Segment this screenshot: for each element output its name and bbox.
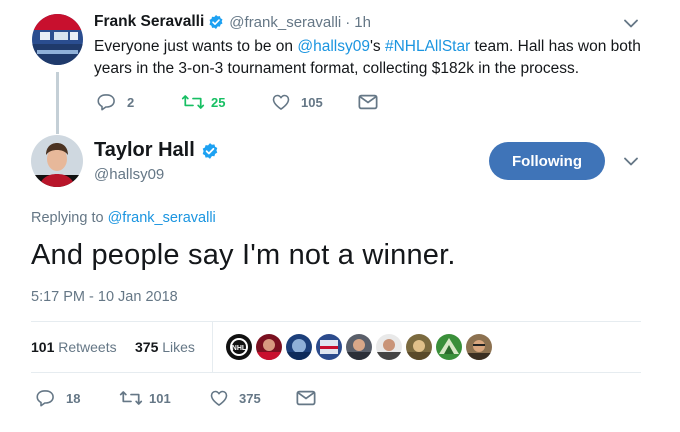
parent-reply-button[interactable]: 2 (97, 92, 134, 112)
main-tweet-text: And people say I'm not a winner. (31, 239, 456, 271)
chevron-down-icon[interactable] (624, 157, 638, 166)
likes-stat[interactable]: 375 Likes (135, 339, 195, 355)
liker-avatar[interactable] (256, 334, 282, 360)
likes-count: 375 (135, 339, 159, 355)
tweet-timestamp[interactable]: 5:17 PM - 10 Jan 2018 (31, 289, 178, 305)
heart-icon (210, 390, 228, 406)
parent-text-part: 's (369, 38, 385, 55)
parent-author-name[interactable]: Frank Seravalli (94, 13, 204, 31)
thread-line (56, 72, 59, 134)
message-icon (358, 94, 378, 110)
reply-count: 18 (66, 390, 81, 406)
parent-avatar[interactable] (32, 14, 83, 65)
retweet-icon (181, 95, 205, 109)
retweets-label: Retweets (58, 339, 117, 355)
reply-icon (97, 94, 115, 111)
following-button[interactable]: Following (489, 142, 605, 180)
main-author-name[interactable]: Taylor Hall (94, 139, 195, 162)
parent-retweet-count: 25 (211, 94, 226, 110)
retweet-icon (119, 391, 143, 405)
parent-author-handle[interactable]: @frank_seravalli (229, 14, 341, 31)
liker-avatar[interactable] (376, 334, 402, 360)
main-author-handle[interactable]: @hallsy09 (94, 166, 164, 183)
chevron-down-icon[interactable] (624, 19, 638, 28)
stats-row: 101 Retweets 375 Likes NHL (31, 322, 641, 372)
stats-separator (212, 322, 213, 372)
divider (31, 372, 641, 373)
main-avatar[interactable] (31, 135, 83, 187)
retweets-stat[interactable]: 101 Retweets (31, 339, 117, 355)
liker-avatar[interactable] (316, 334, 342, 360)
reply-button[interactable]: 18 (36, 388, 80, 408)
parent-reply-count: 2 (127, 94, 135, 110)
mention-link[interactable]: @hallsy09 (297, 38, 370, 55)
parent-text-part: Everyone just wants to be on (94, 38, 298, 55)
svg-text:NHL: NHL (232, 345, 247, 352)
likes-label: Likes (162, 339, 195, 355)
separator: · (345, 13, 351, 31)
like-count: 375 (239, 390, 261, 406)
main-header: Taylor Hall (94, 139, 224, 162)
liker-avatar[interactable] (466, 334, 492, 360)
replying-to-handle[interactable]: @frank_seravalli (108, 210, 216, 226)
replying-to-label: Replying to (31, 210, 104, 226)
parent-time[interactable]: 1h (354, 14, 371, 31)
message-button[interactable] (296, 389, 316, 407)
hashtag-link[interactable]: #NHLAllStar (385, 38, 470, 55)
verified-icon (208, 14, 224, 30)
reply-icon (36, 390, 54, 407)
liker-avatar[interactable]: NHL (226, 334, 252, 360)
liker-avatar[interactable] (406, 334, 432, 360)
retweet-button[interactable]: 101 (119, 388, 171, 408)
liker-avatar[interactable] (346, 334, 372, 360)
message-icon (296, 390, 316, 406)
replying-to: Replying to @frank_seravalli (31, 210, 216, 226)
parent-retweet-button[interactable]: 25 (181, 92, 225, 112)
retweet-count: 101 (149, 390, 171, 406)
verified-icon (201, 142, 219, 160)
liker-avatar[interactable] (436, 334, 462, 360)
heart-icon (272, 94, 290, 110)
parent-like-count: 105 (301, 94, 323, 110)
parent-message-button[interactable] (358, 93, 378, 111)
parent-header: Frank Seravalli @frank_seravalli · 1h (94, 13, 371, 31)
parent-tweet-text: Everyone just wants to be on @hallsy09's… (94, 36, 654, 80)
parent-like-button[interactable]: 105 (271, 92, 323, 112)
liker-avatar[interactable] (286, 334, 312, 360)
retweets-count: 101 (31, 339, 55, 355)
like-button[interactable]: 375 (209, 388, 261, 408)
